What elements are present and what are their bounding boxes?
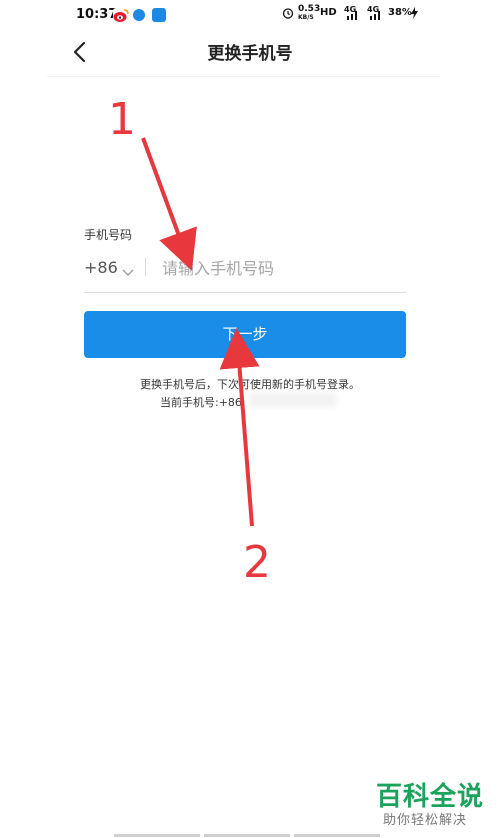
network-speed: 0.53 KB/S xyxy=(298,5,320,22)
status-time: 10:37 xyxy=(76,7,118,22)
hd-indicator: HD xyxy=(320,7,337,18)
redacted-phone-number xyxy=(250,393,336,407)
hint-text-1: 更换手机号后，下次可使用新的手机号登录。 xyxy=(140,378,360,391)
status-bar: 10:37 0.53 KB/S HD 4G 4G 38% xyxy=(0,0,500,30)
nav-indicator-left xyxy=(114,834,200,837)
annotation-marker-2: 2 xyxy=(243,537,271,588)
phone-input[interactable] xyxy=(162,254,402,282)
next-step-button[interactable]: 下一步 xyxy=(84,311,406,358)
nav-indicator-right xyxy=(294,834,380,837)
input-underline xyxy=(84,292,406,293)
speed-unit: KB/S xyxy=(298,14,314,21)
battery-percent: 38% xyxy=(388,7,412,18)
annotation-marker-1: 1 xyxy=(108,94,136,145)
app-notification-icon xyxy=(133,9,145,21)
page-title: 更换手机号 xyxy=(207,44,293,64)
annotation-arrow-1 xyxy=(141,137,197,271)
alarm-icon xyxy=(282,7,294,22)
watermark-subtitle: 助你轻松解决 xyxy=(383,813,468,828)
chevron-down-icon[interactable] xyxy=(122,263,134,276)
phone-field-label: 手机号码 xyxy=(84,228,133,242)
input-divider xyxy=(145,258,146,276)
current-phone-text: 当前手机号:+86 xyxy=(160,396,242,409)
weibo-icon xyxy=(113,8,129,22)
annotation-arrows xyxy=(141,137,260,527)
country-code-selector[interactable]: +86 xyxy=(84,258,118,277)
watermark-title: 百科全说 xyxy=(376,782,485,812)
signal-1-icon xyxy=(346,10,360,23)
signal-2-icon xyxy=(369,10,383,23)
app-badge-icon xyxy=(152,8,166,22)
speed-value: 0.53 xyxy=(298,4,321,14)
annotation-arrow-2 xyxy=(219,328,260,527)
charging-icon xyxy=(411,7,418,22)
nav-indicator-center xyxy=(204,834,290,837)
